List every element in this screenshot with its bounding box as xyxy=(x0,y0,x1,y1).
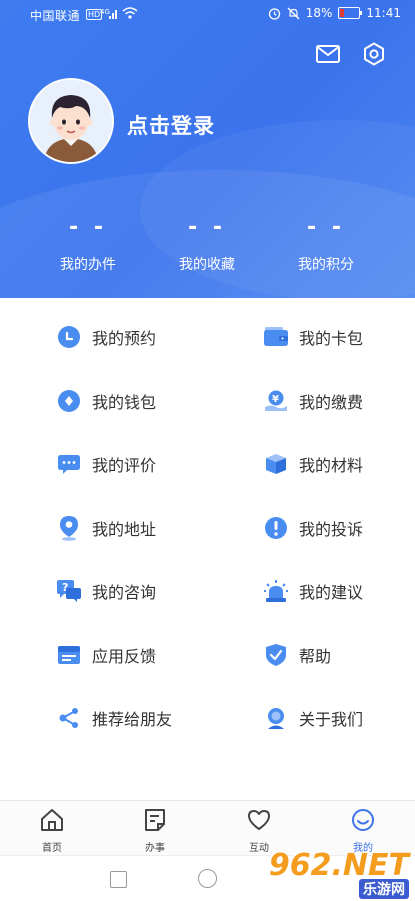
recent-apps-icon[interactable] xyxy=(110,871,127,888)
tab-mine[interactable]: 我的 xyxy=(333,807,393,854)
heart-icon xyxy=(248,810,270,830)
location-pin-icon xyxy=(56,515,82,541)
stat-label: 我的收藏 xyxy=(179,257,235,273)
tab-services[interactable]: 办事 xyxy=(125,807,185,854)
menu-help[interactable]: 帮助 xyxy=(263,635,331,675)
wifi-icon xyxy=(122,7,138,19)
menu-label: 帮助 xyxy=(299,647,332,666)
menu-label: 我的卡包 xyxy=(299,329,364,348)
system-navigation-bar: 962.NET 乐游网 xyxy=(0,851,415,901)
bottom-tab-bar: 首页 办事 互动 我的 xyxy=(0,800,415,855)
box-icon xyxy=(263,451,289,477)
menu-label: 我的投诉 xyxy=(299,520,364,539)
menu-my-address[interactable]: 我的地址 xyxy=(56,508,156,548)
battery-percent: 18% xyxy=(305,6,333,20)
tab-label: 办事 xyxy=(145,843,165,854)
signal-icon: 4G xyxy=(100,8,117,19)
svg-text:4G: 4G xyxy=(100,8,110,16)
watermark-text: 962.NET xyxy=(268,848,409,883)
menu-label: 我的建议 xyxy=(299,583,364,602)
home-circle-icon[interactable] xyxy=(198,869,217,888)
menu-label: 应用反馈 xyxy=(92,647,157,666)
menu-my-cards[interactable]: 我的卡包 xyxy=(263,317,363,357)
document-icon xyxy=(145,809,165,831)
svg-text:¥: ¥ xyxy=(272,394,279,405)
stat-my-points[interactable]: - - 我的积分 xyxy=(271,215,381,274)
alarm-light-icon xyxy=(263,578,289,604)
stat-my-cases[interactable]: - - 我的办件 xyxy=(33,215,143,274)
menu-my-materials[interactable]: 我的材料 xyxy=(263,444,363,484)
menu-recommend-friends[interactable]: 推荐给朋友 xyxy=(56,698,172,738)
smiley-icon xyxy=(352,809,374,831)
menu-label: 我的咨询 xyxy=(92,583,157,602)
payment-icon: ¥ xyxy=(263,388,289,414)
feedback-icon xyxy=(56,642,82,668)
service-agent-icon xyxy=(263,705,289,731)
menu-my-suggestions[interactable]: 我的建议 xyxy=(263,571,363,611)
menu-my-reviews[interactable]: 我的评价 xyxy=(56,444,156,484)
menu-app-feedback[interactable]: 应用反馈 xyxy=(56,635,156,675)
status-bar: 中国联通 HD 4G 18% 11:41 xyxy=(0,0,415,30)
carrier-label: 中国联通 xyxy=(30,9,81,23)
menu-my-appointments[interactable]: 我的预约 xyxy=(56,317,156,357)
share-icon xyxy=(56,705,82,731)
login-link[interactable]: 点击登录 xyxy=(127,110,215,140)
menu-label: 我的评价 xyxy=(92,456,157,475)
clock-time: 11:41 xyxy=(366,6,401,20)
tab-interaction[interactable]: 互动 xyxy=(229,807,289,854)
stat-label: 我的积分 xyxy=(298,257,354,273)
menu-label: 我的预约 xyxy=(92,329,157,348)
stat-label: 我的办件 xyxy=(60,257,116,273)
profile-header: 中国联通 HD 4G 18% 11:41 点击登录 - - 我的办件 - - 我… xyxy=(0,0,415,298)
menu-my-payments[interactable]: ¥ 我的缴费 xyxy=(263,381,363,421)
menu-label: 推荐给朋友 xyxy=(92,710,173,729)
shield-check-icon xyxy=(263,642,289,668)
avatar[interactable] xyxy=(28,78,114,164)
clock-icon xyxy=(56,324,82,350)
stat-my-favorites[interactable]: - - 我的收藏 xyxy=(152,215,262,274)
menu-my-complaints[interactable]: 我的投诉 xyxy=(263,508,363,548)
wallet-coin-icon xyxy=(56,388,82,414)
exclamation-shield-icon xyxy=(263,515,289,541)
question-chat-icon: ? xyxy=(56,578,82,604)
tab-home[interactable]: 首页 xyxy=(22,807,82,854)
alarm-icon xyxy=(268,7,280,20)
battery-icon xyxy=(338,7,363,19)
card-wallet-icon xyxy=(263,324,289,350)
stat-value: - - xyxy=(69,215,107,240)
tab-label: 首页 xyxy=(42,843,62,854)
watermark-subtext: 乐游网 xyxy=(359,879,409,899)
menu-label: 关于我们 xyxy=(299,710,364,729)
stat-value: - - xyxy=(307,215,345,240)
svg-text:?: ? xyxy=(62,581,68,594)
home-icon xyxy=(41,809,63,831)
menu-my-wallet[interactable]: 我的钱包 xyxy=(56,381,156,421)
menu-label: 我的钱包 xyxy=(92,393,157,412)
menu-label: 我的材料 xyxy=(299,456,364,475)
menu-my-consultations[interactable]: ? 我的咨询 xyxy=(56,571,156,611)
boy-avatar-icon xyxy=(30,80,112,162)
mail-icon[interactable] xyxy=(315,43,341,65)
menu-label: 我的地址 xyxy=(92,520,157,539)
settings-gear-icon[interactable] xyxy=(362,42,386,66)
chat-bubble-icon xyxy=(56,451,82,477)
watermark-logo: 962.NET 乐游网 xyxy=(269,851,409,899)
menu-label: 我的缴费 xyxy=(299,393,364,412)
stat-value: - - xyxy=(188,215,226,240)
mute-icon xyxy=(287,7,300,19)
menu-about-us[interactable]: 关于我们 xyxy=(263,698,363,738)
